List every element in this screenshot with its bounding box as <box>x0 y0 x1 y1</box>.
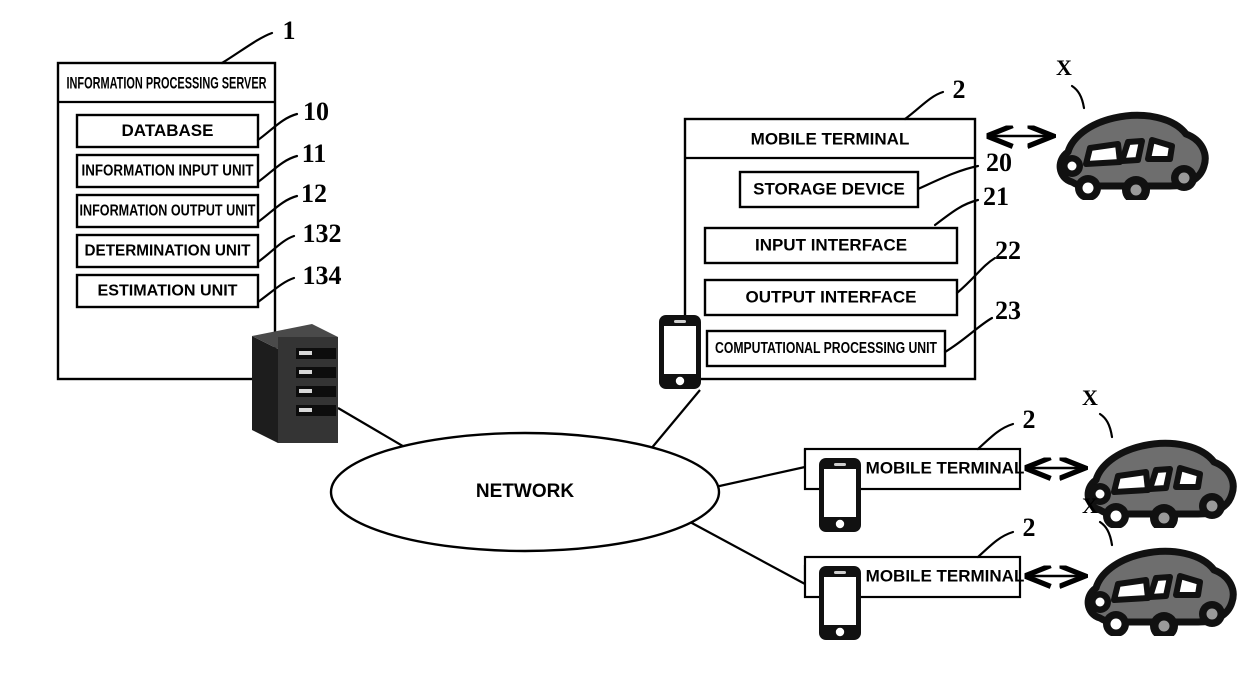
ref-number-2-main: 2 <box>953 75 966 104</box>
server-unit-label-estimation-unit: ESTIMATION UNIT <box>98 283 239 300</box>
diagram-canvas: INFORMATION PROCESSING SERVER DATABASE I… <box>0 0 1240 697</box>
link-network-to-terminal-3 <box>689 521 806 585</box>
mobile-phone-icon-main <box>659 315 701 389</box>
ref-number-x-secondary-1: X <box>1082 385 1098 410</box>
information-processing-server-block[interactable]: INFORMATION PROCESSING SERVER DATABASE I… <box>56 61 277 381</box>
ref-number-10: 10 <box>303 97 329 126</box>
vehicle-main: X <box>1056 55 1205 204</box>
server-header-label: INFORMATION PROCESSING SERVER <box>67 73 267 92</box>
server-unit-label-information-output-unit: INFORMATION OUTPUT UNIT <box>80 203 256 220</box>
leader-line-ref-1 <box>220 31 274 65</box>
terminal-main-header-label: MOBILE TERMINAL <box>751 129 910 148</box>
link-network-to-terminal-2 <box>705 465 806 491</box>
ref-number-134: 134 <box>303 261 342 290</box>
network-label: NETWORK <box>476 481 574 502</box>
leader-line-ref-x-main <box>1070 84 1086 110</box>
ref-number-21: 21 <box>983 182 1009 211</box>
leader-line-ref-2-main <box>903 90 945 121</box>
terminal-unit-label-storage-device: STORAGE DEVICE <box>753 179 905 198</box>
ref-number-x-main: X <box>1056 55 1072 80</box>
server-unit-label-database: DATABASE <box>122 121 214 140</box>
mobile-phone-icon-secondary-1 <box>819 458 861 532</box>
ref-number-12: 12 <box>301 179 327 208</box>
terminal-secondary-2-label: MOBILE TERMINAL <box>866 566 1025 585</box>
terminal-secondary-1-label: MOBILE TERMINAL <box>866 458 1025 477</box>
ref-number-2-secondary-1: 2 <box>1023 405 1036 434</box>
server-tower-icon <box>252 324 338 443</box>
ref-number-1: 1 <box>283 16 296 45</box>
terminal-unit-label-computational-processing-unit: COMPUTATIONAL PROCESSING UNIT <box>715 340 937 357</box>
system-configuration-diagram: INFORMATION PROCESSING SERVER DATABASE I… <box>56 16 1240 640</box>
ref-number-132: 132 <box>303 219 342 248</box>
leader-line-ref-x-secondary-1 <box>1098 412 1114 439</box>
terminal-unit-label-input-interface: INPUT INTERFACE <box>755 235 907 254</box>
leader-line-ref-2-secondary-1 <box>976 422 1015 451</box>
server-unit-label-determination-unit: DETERMINATION UNIT <box>85 243 252 260</box>
network-node[interactable]: NETWORK <box>329 431 721 553</box>
ref-number-22: 22 <box>995 236 1021 265</box>
mobile-phone-icon-secondary-2 <box>819 566 861 640</box>
ref-number-20: 20 <box>986 148 1012 177</box>
ref-number-11: 11 <box>302 139 327 168</box>
ref-number-2-secondary-2: 2 <box>1023 513 1036 542</box>
mobile-terminal-main-block[interactable]: MOBILE TERMINAL STORAGE DEVICE INPUT INT… <box>683 117 977 381</box>
vehicle-secondary-1: X <box>1082 385 1233 532</box>
terminal-unit-label-output-interface: OUTPUT INTERFACE <box>746 287 917 306</box>
ref-number-x-secondary-2: X <box>1082 493 1098 518</box>
server-unit-label-information-input-unit: INFORMATION INPUT UNIT <box>82 163 254 180</box>
ref-number-23: 23 <box>995 296 1021 325</box>
leader-line-ref-2-secondary-2 <box>976 530 1015 559</box>
